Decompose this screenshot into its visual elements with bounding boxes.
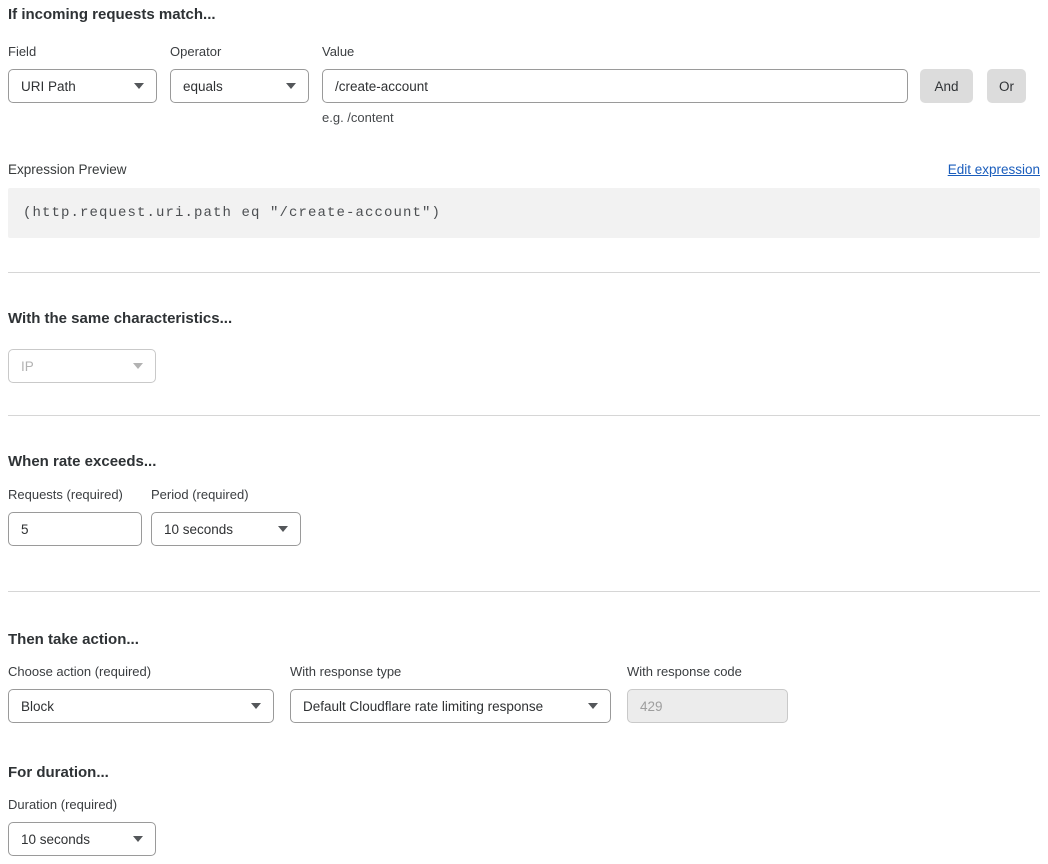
duration-section-title: For duration...	[8, 764, 1040, 782]
duration-select-value: 10 seconds	[21, 832, 90, 847]
response-type-select-value: Default Cloudflare rate limiting respons…	[303, 699, 543, 714]
action-section-title: Then take action...	[8, 631, 1040, 649]
section-divider	[8, 591, 1040, 592]
chevron-down-icon	[133, 363, 143, 369]
chevron-down-icon	[286, 83, 296, 89]
value-input[interactable]	[322, 69, 908, 103]
response-code-label: With response code	[627, 665, 788, 679]
operator-column: Operator equals	[170, 45, 309, 103]
choose-action-select-value: Block	[21, 699, 54, 714]
operator-label: Operator	[170, 45, 309, 59]
chevron-down-icon	[251, 703, 261, 709]
and-button[interactable]: And	[920, 69, 973, 103]
value-hint: e.g. /content	[322, 110, 908, 125]
period-select-value: 10 seconds	[164, 522, 233, 537]
chevron-down-icon	[278, 526, 288, 532]
response-code-input	[627, 689, 788, 723]
edit-expression-link[interactable]: Edit expression	[948, 162, 1040, 177]
expression-preview-code: (http.request.uri.path eq "/create-accou…	[8, 188, 1040, 238]
chevron-down-icon	[133, 836, 143, 842]
match-condition-row: Field URI Path Operator equals Value e.g…	[8, 45, 1040, 125]
value-column: Value e.g. /content	[322, 45, 908, 125]
response-type-label: With response type	[290, 665, 611, 679]
field-select[interactable]: URI Path	[8, 69, 157, 103]
chevron-down-icon	[588, 703, 598, 709]
section-divider	[8, 415, 1040, 416]
characteristic-select-value: IP	[21, 359, 34, 374]
period-column: Period (required) 10 seconds	[151, 488, 301, 546]
duration-column: Duration (required) 10 seconds	[8, 798, 156, 856]
duration-label: Duration (required)	[8, 798, 156, 812]
choose-action-column: Choose action (required) Block	[8, 665, 274, 723]
period-label: Period (required)	[151, 488, 301, 502]
response-type-column: With response type Default Cloudflare ra…	[290, 665, 611, 723]
duration-select[interactable]: 10 seconds	[8, 822, 156, 856]
requests-input[interactable]	[8, 512, 142, 546]
operator-select[interactable]: equals	[170, 69, 309, 103]
chevron-down-icon	[134, 83, 144, 89]
requests-column: Requests (required)	[8, 488, 142, 546]
value-label: Value	[322, 45, 908, 59]
period-select[interactable]: 10 seconds	[151, 512, 301, 546]
requests-label: Requests (required)	[8, 488, 142, 502]
characteristics-section-title: With the same characteristics...	[8, 310, 1040, 328]
response-type-select[interactable]: Default Cloudflare rate limiting respons…	[290, 689, 611, 723]
or-button[interactable]: Or	[987, 69, 1026, 103]
join-buttons: And Or	[908, 69, 1026, 103]
field-column: Field URI Path	[8, 45, 157, 103]
action-row: Choose action (required) Block With resp…	[8, 665, 1040, 723]
choose-action-select[interactable]: Block	[8, 689, 274, 723]
field-label: Field	[8, 45, 157, 59]
operator-select-value: equals	[183, 79, 223, 94]
rate-limiting-rule-form: If incoming requests match... Field URI …	[0, 0, 1048, 864]
rate-section-title: When rate exceeds...	[8, 453, 1040, 471]
choose-action-label: Choose action (required)	[8, 665, 274, 679]
response-code-column: With response code	[627, 665, 788, 723]
expression-preview-label: Expression Preview	[8, 162, 127, 177]
section-divider	[8, 272, 1040, 273]
characteristic-select: IP	[8, 349, 156, 383]
rate-row: Requests (required) Period (required) 10…	[8, 488, 1040, 546]
field-select-value: URI Path	[21, 79, 76, 94]
expression-preview-header: Expression Preview Edit expression	[8, 162, 1040, 177]
match-section-title: If incoming requests match...	[8, 6, 1040, 24]
